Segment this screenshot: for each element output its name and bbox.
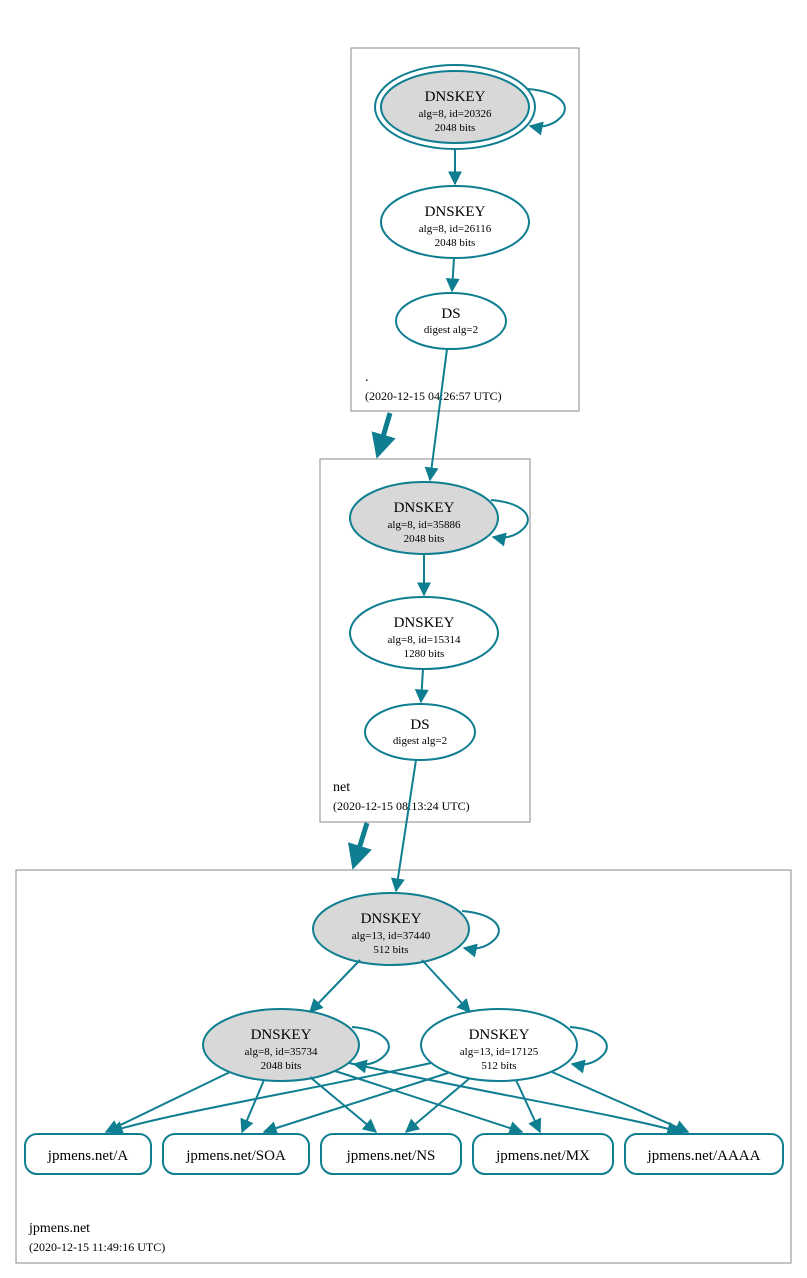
svg-text:DS: DS bbox=[410, 717, 429, 733]
svg-text:alg=8, id=35734: alg=8, id=35734 bbox=[245, 1046, 318, 1058]
rr-a: jpmens.net/A bbox=[25, 1134, 151, 1174]
svg-text:512 bits: 512 bits bbox=[373, 944, 408, 956]
node-root-ds: DS digest alg=2 bbox=[396, 293, 506, 349]
edge-k3-mx bbox=[516, 1080, 540, 1132]
svg-text:DNSKEY: DNSKEY bbox=[251, 1027, 312, 1043]
svg-text:alg=8, id=35886: alg=8, id=35886 bbox=[388, 519, 461, 531]
edge-leaf-ksk-k2 bbox=[310, 960, 360, 1012]
zone-root-date: (2020-12-15 04:26:57 UTC) bbox=[365, 389, 502, 403]
svg-text:1280 bits: 1280 bits bbox=[404, 648, 445, 660]
rr-aaaa: jpmens.net/AAAA bbox=[625, 1134, 783, 1174]
edge-k3-aaaa bbox=[552, 1072, 688, 1132]
edge-deleg-root-net bbox=[378, 413, 390, 454]
zone-leaf-date: (2020-12-15 11:49:16 UTC) bbox=[29, 1240, 165, 1254]
node-net-zsk: DNSKEY alg=8, id=15314 1280 bits bbox=[350, 597, 498, 669]
edge-root-zsk-ds bbox=[452, 258, 454, 291]
node-root-zsk: DNSKEY alg=8, id=26116 2048 bits bbox=[381, 186, 529, 258]
edge-k2-soa bbox=[242, 1080, 264, 1132]
svg-text:DNSKEY: DNSKEY bbox=[425, 89, 486, 105]
edge-leaf-ksk-k3 bbox=[422, 960, 470, 1012]
svg-text:jpmens.net/AAAA: jpmens.net/AAAA bbox=[647, 1148, 761, 1164]
zone-leaf-label: jpmens.net bbox=[28, 1221, 90, 1236]
edge-net-ds-leaf-ksk bbox=[396, 760, 416, 891]
svg-text:2048 bits: 2048 bits bbox=[435, 237, 476, 249]
svg-text:DNSKEY: DNSKEY bbox=[469, 1027, 530, 1043]
node-net-ds: DS digest alg=2 bbox=[365, 704, 475, 760]
svg-text:jpmens.net/A: jpmens.net/A bbox=[47, 1148, 129, 1164]
rr-soa: jpmens.net/SOA bbox=[163, 1134, 309, 1174]
svg-text:DNSKEY: DNSKEY bbox=[425, 204, 486, 220]
svg-text:jpmens.net/NS: jpmens.net/NS bbox=[346, 1148, 436, 1164]
node-root-ksk: DNSKEY alg=8, id=20326 2048 bits bbox=[375, 65, 535, 149]
svg-text:alg=13, id=17125: alg=13, id=17125 bbox=[460, 1046, 539, 1058]
svg-text:DNSKEY: DNSKEY bbox=[394, 500, 455, 516]
node-leaf-k3: DNSKEY alg=13, id=17125 512 bits bbox=[421, 1009, 577, 1081]
svg-text:512 bits: 512 bits bbox=[481, 1060, 516, 1072]
zone-net-date: (2020-12-15 08:13:24 UTC) bbox=[333, 799, 470, 813]
rr-mx: jpmens.net/MX bbox=[473, 1134, 613, 1174]
edge-k2-a bbox=[106, 1072, 230, 1132]
edge-k3-ns bbox=[406, 1078, 470, 1132]
edge-k3-soa bbox=[264, 1073, 448, 1132]
edge-deleg-net-leaf bbox=[354, 823, 367, 865]
svg-text:2048 bits: 2048 bits bbox=[404, 533, 445, 545]
zone-root-label: . bbox=[365, 370, 369, 385]
svg-text:DNSKEY: DNSKEY bbox=[361, 911, 422, 927]
edge-root-ksk-self bbox=[528, 89, 565, 127]
svg-text:alg=8, id=15314: alg=8, id=15314 bbox=[388, 634, 461, 646]
svg-text:2048 bits: 2048 bits bbox=[261, 1060, 302, 1072]
svg-text:alg=8, id=20326: alg=8, id=20326 bbox=[419, 108, 492, 120]
svg-text:DS: DS bbox=[441, 306, 460, 322]
svg-text:2048 bits: 2048 bits bbox=[435, 122, 476, 134]
svg-text:alg=13, id=37440: alg=13, id=37440 bbox=[352, 930, 431, 942]
edge-net-zsk-ds bbox=[421, 669, 423, 702]
svg-text:digest alg=2: digest alg=2 bbox=[424, 324, 478, 336]
svg-text:jpmens.net/SOA: jpmens.net/SOA bbox=[185, 1148, 286, 1164]
node-net-ksk: DNSKEY alg=8, id=35886 2048 bits bbox=[350, 482, 498, 554]
node-leaf-ksk: DNSKEY alg=13, id=37440 512 bits bbox=[313, 893, 469, 965]
dnssec-diagram: . (2020-12-15 04:26:57 UTC) net (2020-12… bbox=[0, 0, 807, 1278]
zone-net-label: net bbox=[333, 780, 350, 795]
svg-text:DNSKEY: DNSKEY bbox=[394, 615, 455, 631]
svg-text:digest alg=2: digest alg=2 bbox=[393, 735, 447, 747]
svg-text:jpmens.net/MX: jpmens.net/MX bbox=[495, 1148, 590, 1164]
edge-root-ds-net-ksk bbox=[430, 349, 447, 480]
rr-ns: jpmens.net/NS bbox=[321, 1134, 461, 1174]
svg-text:alg=8, id=26116: alg=8, id=26116 bbox=[419, 223, 492, 235]
